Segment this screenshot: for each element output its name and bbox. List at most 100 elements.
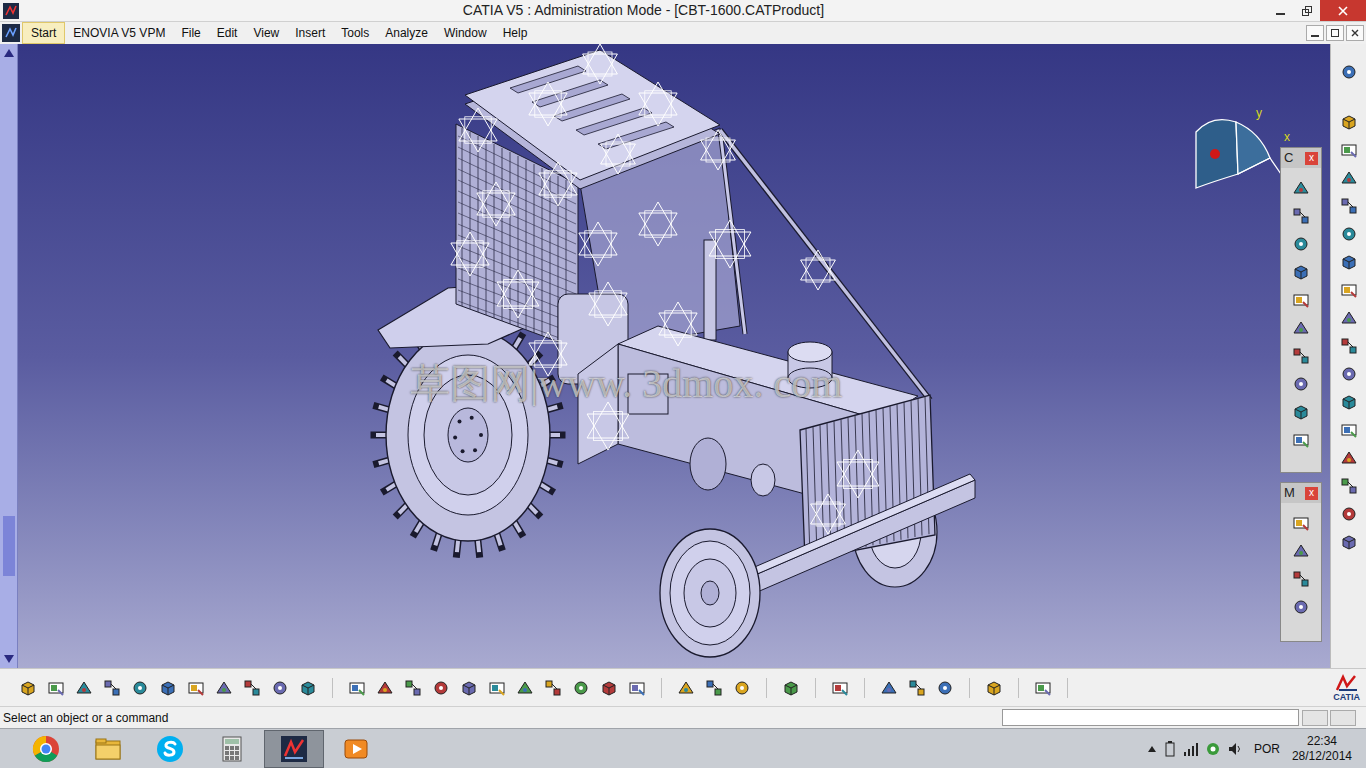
tool-icon[interactable]	[543, 678, 563, 698]
menu-item[interactable]: Analyze	[377, 22, 436, 44]
close-button[interactable]	[1320, 0, 1366, 21]
tool-icon[interactable]	[781, 678, 801, 698]
command-input[interactable]	[1002, 709, 1299, 726]
menu-item[interactable]: Tools	[333, 22, 377, 44]
tool-icon[interactable]	[1291, 206, 1311, 226]
tool-icon[interactable]	[704, 678, 724, 698]
toolbar-titlebar[interactable]: Cx	[1281, 148, 1321, 168]
tray-expand-icon[interactable]	[1148, 745, 1156, 753]
menu-item[interactable]: Insert	[287, 22, 333, 44]
tool-icon[interactable]	[1339, 196, 1359, 216]
menu-item[interactable]: Window	[436, 22, 495, 44]
tool-icon[interactable]	[130, 678, 150, 698]
vertical-scrollbar[interactable]	[0, 44, 18, 668]
3d-viewport[interactable]: 草图网|www. 3dmox. comyxCxMx	[18, 44, 1330, 668]
tool-icon[interactable]	[186, 678, 206, 698]
tool-icon[interactable]	[1339, 448, 1359, 468]
tool-icon[interactable]	[1339, 252, 1359, 272]
tool-icon[interactable]	[1291, 374, 1311, 394]
tool-icon[interactable]	[487, 678, 507, 698]
taskbar-button[interactable]	[264, 730, 324, 768]
minimize-button[interactable]	[1268, 0, 1294, 21]
clock[interactable]: 22:3428/12/2014	[1292, 734, 1352, 764]
taskbar-button[interactable]	[326, 730, 386, 768]
input-language[interactable]: POR	[1250, 740, 1284, 758]
tool-icon[interactable]	[1291, 402, 1311, 422]
scroll-down-icon[interactable]	[3, 652, 15, 666]
tool-icon[interactable]	[1339, 476, 1359, 496]
tool-icon[interactable]	[1339, 364, 1359, 384]
tool-icon[interactable]	[1291, 290, 1311, 310]
tool-icon[interactable]	[1339, 336, 1359, 356]
tool-icon[interactable]	[935, 678, 955, 698]
tool-icon[interactable]	[1033, 678, 1053, 698]
taskbar-button[interactable]	[16, 730, 76, 768]
tool-icon[interactable]	[459, 678, 479, 698]
tool-icon[interactable]	[1339, 308, 1359, 328]
tool-icon[interactable]	[571, 678, 591, 698]
tool-icon[interactable]	[347, 678, 367, 698]
tool-icon[interactable]	[403, 678, 423, 698]
taskbar-button[interactable]	[78, 730, 138, 768]
tool-icon[interactable]	[242, 678, 262, 698]
tool-icon[interactable]	[1339, 112, 1359, 132]
tractor-model[interactable]	[18, 44, 1330, 668]
tool-icon[interactable]	[375, 678, 395, 698]
tool-icon[interactable]	[270, 678, 290, 698]
tool-icon[interactable]	[1291, 569, 1311, 589]
menu-item[interactable]: File	[173, 22, 208, 44]
tool-icon[interactable]	[18, 678, 38, 698]
tool-icon[interactable]	[1291, 597, 1311, 617]
tool-icon[interactable]	[1339, 504, 1359, 524]
taskbar-button[interactable]	[202, 730, 262, 768]
tool-icon[interactable]	[1291, 262, 1311, 282]
floating-toolbar[interactable]: Mx	[1280, 482, 1322, 642]
scroll-up-icon[interactable]	[3, 46, 15, 60]
menu-item[interactable]: Edit	[209, 22, 246, 44]
tool-icon[interactable]	[627, 678, 647, 698]
tool-icon[interactable]	[1339, 62, 1359, 82]
front-left-wheel[interactable]	[660, 529, 760, 657]
tool-icon[interactable]	[1291, 318, 1311, 338]
mdi-control-button[interactable]	[1306, 25, 1324, 41]
cab-roof[interactable]	[465, 50, 720, 189]
tool-icon[interactable]	[1291, 513, 1311, 533]
toolbar-close-button[interactable]: x	[1305, 152, 1318, 165]
tool-icon[interactable]	[214, 678, 234, 698]
tool-icon[interactable]	[1291, 234, 1311, 254]
tool-icon[interactable]	[1339, 140, 1359, 160]
status-button[interactable]	[1330, 710, 1356, 726]
tool-icon[interactable]	[1291, 178, 1311, 198]
tool-icon[interactable]	[1339, 280, 1359, 300]
title-bar[interactable]: CATIA V5 : Administration Mode - [CBT-16…	[0, 0, 1366, 22]
tool-icon[interactable]	[431, 678, 451, 698]
restore-button[interactable]	[1294, 0, 1320, 21]
network-icon[interactable]	[1206, 742, 1220, 756]
mdi-control-button[interactable]	[1326, 25, 1344, 41]
tool-icon[interactable]	[1339, 168, 1359, 188]
tool-icon[interactable]	[74, 678, 94, 698]
tool-icon[interactable]	[599, 678, 619, 698]
tool-icon[interactable]	[830, 678, 850, 698]
tool-icon[interactable]	[102, 678, 122, 698]
tool-icon[interactable]	[676, 678, 696, 698]
menu-item[interactable]: ENOVIA V5 VPM	[65, 22, 173, 44]
mdi-control-button[interactable]	[1346, 25, 1364, 41]
tool-icon[interactable]	[46, 678, 66, 698]
front-bumper[interactable]	[755, 480, 975, 593]
scroll-thumb[interactable]	[3, 516, 15, 576]
tool-icon[interactable]	[732, 678, 752, 698]
tool-icon[interactable]	[984, 678, 1004, 698]
toolbar-close-button[interactable]: x	[1305, 487, 1318, 500]
tool-icon[interactable]	[1339, 392, 1359, 412]
status-button[interactable]	[1302, 710, 1328, 726]
menu-item[interactable]: Help	[495, 22, 536, 44]
menu-item[interactable]: Start	[22, 22, 65, 44]
signal-icon[interactable]	[1184, 742, 1198, 756]
tool-icon[interactable]	[515, 678, 535, 698]
document-icon[interactable]	[2, 24, 20, 42]
tool-icon[interactable]	[1339, 224, 1359, 244]
toolbar-titlebar[interactable]: Mx	[1281, 483, 1321, 503]
menu-item[interactable]: View	[245, 22, 287, 44]
tool-icon[interactable]	[1339, 532, 1359, 552]
